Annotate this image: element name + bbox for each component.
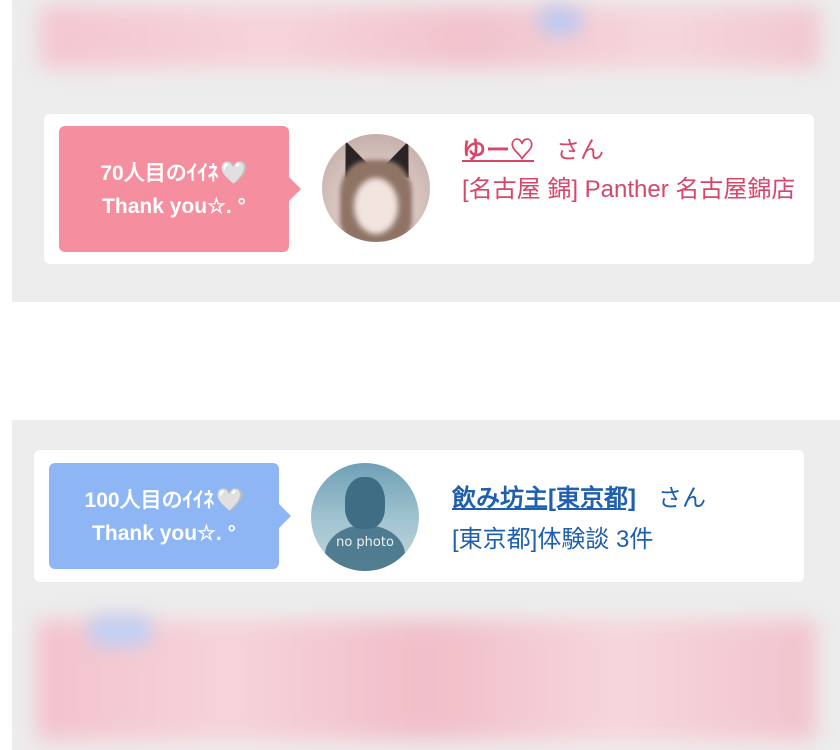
like-count-text: 70人目のｲｲﾈ [100, 161, 219, 185]
user-avatar[interactable] [322, 134, 430, 242]
honorific: さん [657, 485, 706, 512]
honorific: さん [556, 137, 604, 164]
blurred-content-bottom-accent [90, 616, 150, 646]
like-count-bubble: 70人目のｲｲﾈ🤍 Thank you☆. ° [59, 126, 301, 252]
thank-you-text: Thank you☆. ° [102, 194, 246, 218]
silhouette-head-icon [345, 477, 385, 529]
heart-icon: 🤍 [216, 486, 244, 512]
user-name-link[interactable]: ゆー♡ [462, 137, 534, 164]
avatar-face-blurred [354, 178, 398, 234]
no-photo-label: no photo [336, 535, 394, 550]
user-detail-link[interactable]: [東京都]体験談 3件 [452, 520, 792, 560]
like-count-text: 100人目のｲｲﾈ [84, 488, 215, 512]
like-count-line: 100人目のｲｲﾈ🤍 [85, 483, 244, 517]
user-name-line: ゆー♡ さん [462, 130, 604, 165]
user-name-link[interactable]: 飲み坊主[東京都] [452, 485, 636, 512]
thank-you-text: Thank you☆. ° [92, 521, 236, 545]
like-count-bubble: 100人目のｲｲﾈ🤍 Thank you☆. ° [49, 463, 291, 569]
blurred-content-top-accent [540, 8, 580, 34]
like-count-line: 70人目のｲｲﾈ🤍 [100, 156, 247, 190]
user-avatar-no-photo[interactable]: no photo [311, 463, 419, 571]
user-detail: [名古屋 錦] Panther 名古屋錦店 [462, 176, 796, 203]
heart-icon: 🤍 [220, 159, 248, 185]
blurred-content-bottom [36, 620, 816, 740]
blurred-content-top [40, 6, 820, 68]
user-name-line: 飲み坊主[東京都] さん [452, 478, 706, 513]
